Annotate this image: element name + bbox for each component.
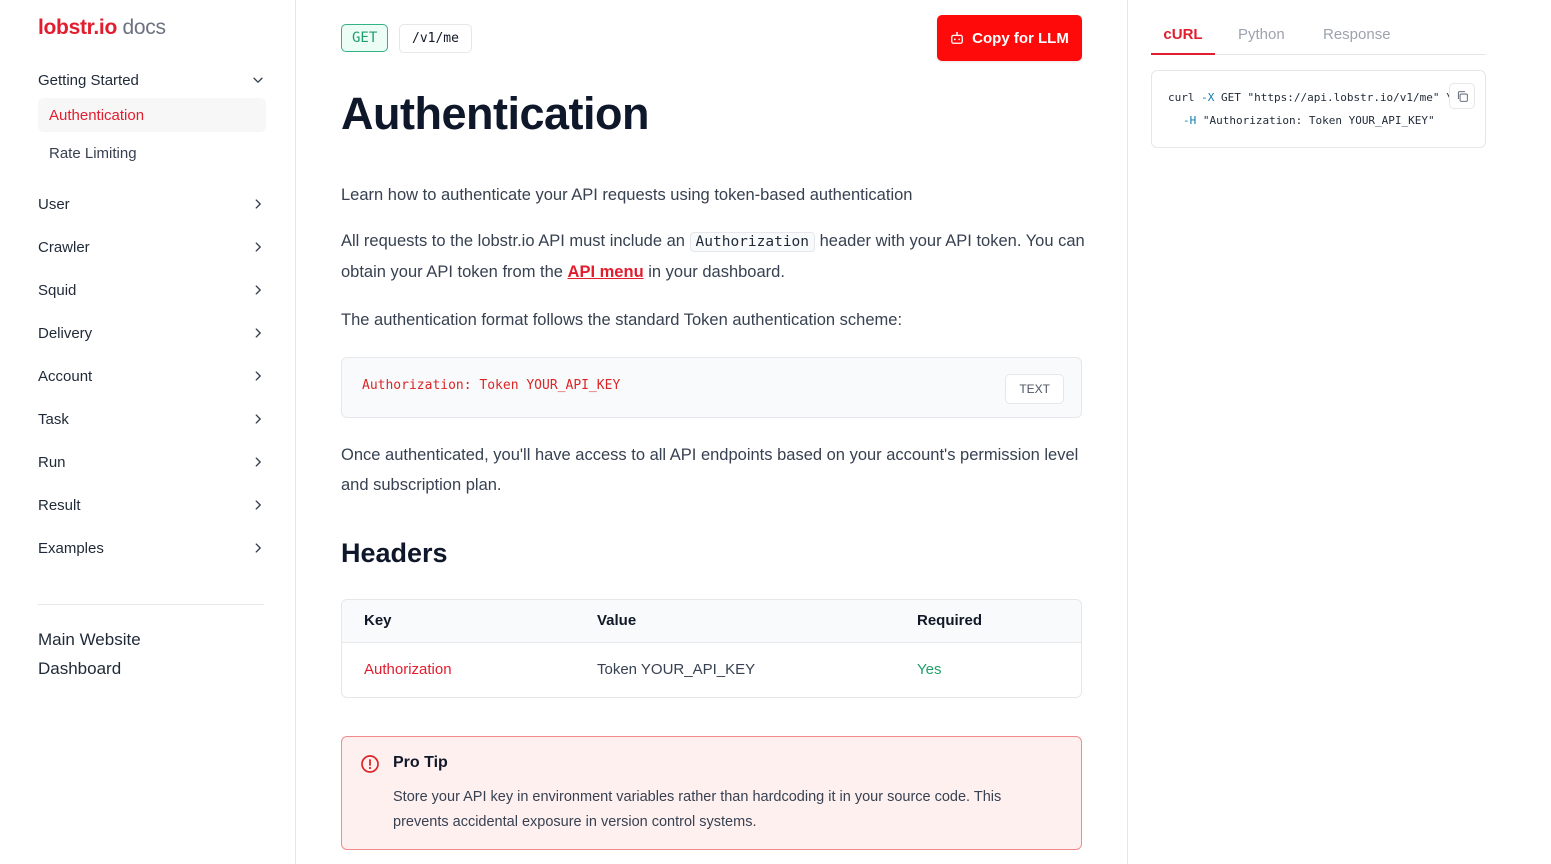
pro-tip-callout: Pro Tip Store your API key in environmen…: [341, 736, 1082, 850]
chevron-right-icon: [250, 282, 266, 298]
sidebar-group-label: Account: [38, 367, 93, 385]
chevron-right-icon: [250, 239, 266, 255]
snippet-cmd: curl: [1168, 91, 1202, 104]
sidebar-divider: [38, 604, 264, 605]
chevron-right-icon: [250, 325, 266, 341]
sidebar-group-task[interactable]: Task: [38, 401, 266, 437]
auth-paragraph: All requests to the lobstr.io API must i…: [341, 226, 1086, 287]
headers-section-title: Headers: [341, 538, 448, 568]
sidebar-group-account[interactable]: Account: [38, 358, 266, 394]
sidebar-group-squid[interactable]: Squid: [38, 272, 266, 308]
chevron-right-icon: [250, 368, 266, 384]
sidebar-group-label: User: [38, 195, 70, 213]
format-paragraph: The authentication format follows the st…: [341, 311, 903, 329]
sidebar-group-result[interactable]: Result: [38, 487, 266, 523]
main-website-link[interactable]: Main Website: [38, 630, 141, 650]
sidebar-group-label: Task: [38, 410, 69, 428]
chevron-right-icon: [250, 411, 266, 427]
sidebar-group-delivery[interactable]: Delivery: [38, 315, 266, 351]
sidebar: lobstr.io docs Getting Started Authentic…: [0, 0, 296, 864]
snippet-line-1: curl -X GET "https://api.lobstr.io/v1/me…: [1168, 91, 1453, 104]
pro-tip-body: Store your API key in environment variab…: [393, 789, 1002, 830]
inline-code-authorization: Authorization: [689, 232, 816, 252]
sidebar-group-label: Crawler: [38, 238, 90, 256]
tab-response[interactable]: Response: [1323, 18, 1391, 55]
sidebar-group-label: Run: [38, 453, 66, 471]
copy-for-llm-button[interactable]: Copy for LLM: [937, 15, 1082, 61]
sidebar-group-crawler[interactable]: Crawler: [38, 229, 266, 265]
sidebar-item-label: Authentication: [49, 106, 145, 124]
pro-tip-title: Pro Tip: [393, 754, 448, 771]
api-menu-link[interactable]: API menu: [568, 263, 644, 281]
sidebar-item-rate-limiting[interactable]: Rate Limiting: [38, 136, 266, 170]
column-header-key: Key: [364, 612, 392, 629]
tab-label: cURL: [1163, 26, 1203, 43]
snippet-flag: -H: [1183, 114, 1197, 127]
sidebar-group-label: Result: [38, 496, 81, 514]
snippet-text: GET "https://api.lobstr.io/v1/me" \: [1214, 91, 1453, 104]
copy-icon: [1457, 90, 1468, 102]
main-content: GET /v1/me Copy for LLM Authentication L…: [296, 0, 1128, 864]
column-header-value: Value: [597, 612, 637, 629]
column-header-required: Required: [917, 612, 983, 629]
chevron-right-icon: [250, 497, 266, 513]
cell-value: Token YOUR_API_KEY: [597, 661, 756, 678]
code-sample[interactable]: Authorization: Token YOUR_API_KEY: [362, 378, 620, 393]
endpoint-path-badge: /v1/me: [399, 24, 472, 53]
copy-snippet-button[interactable]: [1449, 83, 1475, 109]
tab-label: Python: [1238, 26, 1285, 43]
chevron-right-icon: [250, 540, 266, 556]
chevron-right-icon: [250, 196, 266, 212]
snippet-line-2: -H "Authorization: Token YOUR_API_KEY": [1183, 114, 1435, 127]
intro-paragraph: Learn how to authenticate your API reque…: [341, 186, 913, 204]
chevron-down-icon: [250, 72, 266, 88]
curl-snippet[interactable]: curl -X GET "https://api.lobstr.io/v1/me…: [1151, 70, 1486, 148]
logo-brand: lobstr.io: [38, 16, 117, 39]
dashboard-link[interactable]: Dashboard: [38, 659, 121, 679]
sidebar-group-label: Getting Started: [38, 71, 139, 89]
logo-suffix: docs: [122, 16, 166, 39]
tab-python[interactable]: Python: [1238, 18, 1285, 55]
code-examples-panel: cURL Python Response curl -X GET "https:…: [1128, 0, 1551, 864]
code-tabs: cURL Python Response: [1151, 18, 1486, 55]
info-circle-icon: [361, 755, 379, 773]
robot-icon: [951, 31, 964, 44]
page-title: Authentication: [341, 88, 649, 139]
sidebar-group-label: Delivery: [38, 324, 93, 342]
sidebar-item-label: Rate Limiting: [49, 144, 137, 162]
sidebar-group-label: Examples: [38, 539, 104, 557]
auth-text-before: All requests to the lobstr.io API must i…: [341, 232, 690, 250]
sidebar-group-examples[interactable]: Examples: [38, 530, 266, 566]
code-block: Authorization: Token YOUR_API_KEY TEXT: [341, 357, 1082, 418]
table-header-row: Key Value Required: [342, 600, 1081, 643]
tab-curl[interactable]: cURL: [1151, 18, 1215, 55]
sidebar-group-getting-started[interactable]: Getting Started: [38, 62, 266, 98]
cell-required: Yes: [917, 661, 942, 678]
code-language-badge: TEXT: [1005, 374, 1064, 404]
headers-table: Key Value Required Authorization Token Y…: [341, 599, 1082, 698]
cell-key: Authorization: [364, 661, 452, 678]
tab-label: Response: [1323, 26, 1391, 43]
auth-text-after: in your dashboard.: [643, 263, 785, 281]
chevron-right-icon: [250, 454, 266, 470]
logo[interactable]: lobstr.io docs: [38, 16, 166, 40]
sidebar-item-authentication[interactable]: Authentication: [38, 98, 266, 132]
access-paragraph: Once authenticated, you'll have access t…: [341, 446, 1079, 494]
http-method-badge: GET: [341, 24, 389, 52]
copy-for-llm-label: Copy for LLM: [972, 29, 1069, 47]
sidebar-group-user[interactable]: User: [38, 186, 266, 222]
sidebar-group-run[interactable]: Run: [38, 444, 266, 480]
snippet-text: "Authorization: Token YOUR_API_KEY": [1196, 114, 1435, 127]
sidebar-group-label: Squid: [38, 281, 77, 299]
snippet-flag: -X: [1201, 91, 1215, 104]
